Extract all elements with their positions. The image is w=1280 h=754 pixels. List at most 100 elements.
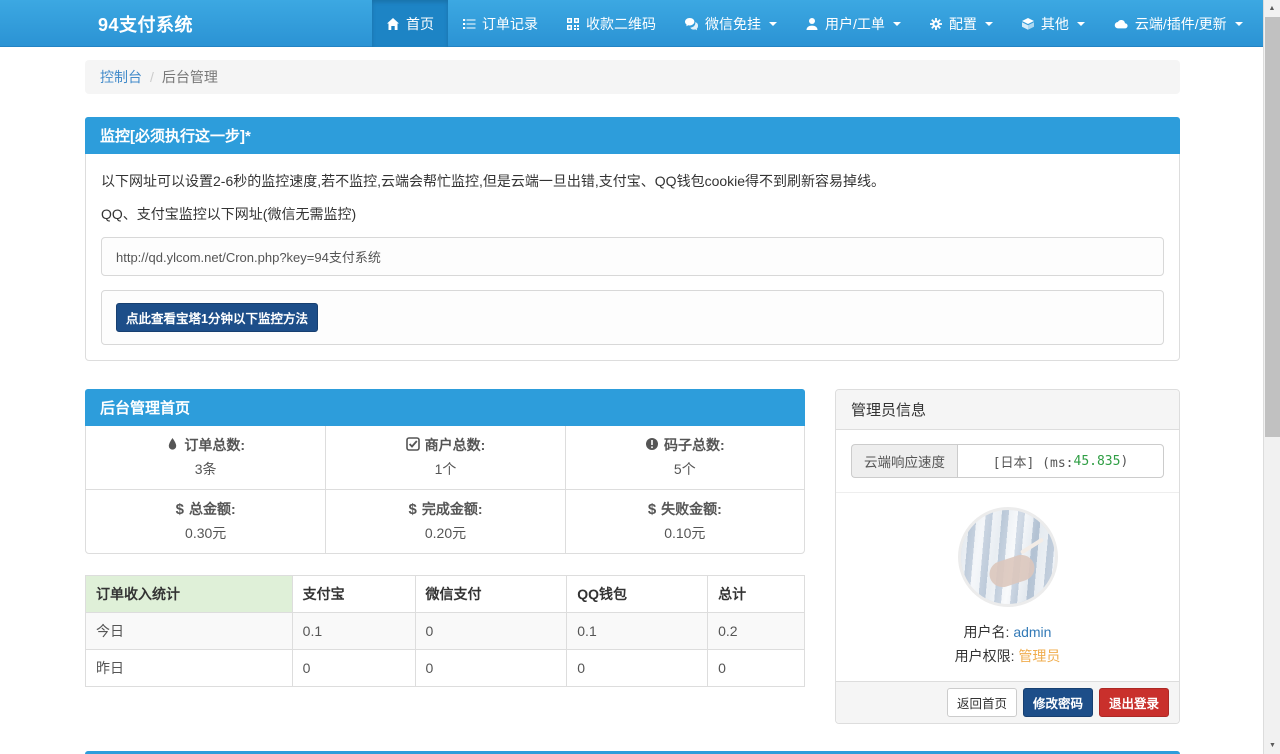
cloud-speed-value-field: [日本] (ms: 45.835 ) xyxy=(957,444,1164,478)
dollar-icon: $ xyxy=(408,501,416,518)
speed-prefix: [日本] (ms: xyxy=(993,452,1074,471)
cell-qq: 0.1 xyxy=(567,613,708,650)
income-header-title: 订单收入统计 xyxy=(86,576,293,613)
speed-suffix: ) xyxy=(1120,454,1128,469)
stat-complete-amount: $ 完成金额: 0.20元 xyxy=(325,489,564,553)
dashboard-panel: 后台管理首页 订单总数: 3条 商户总数: xyxy=(85,389,805,554)
scrollbar-down-arrow[interactable]: ▼ xyxy=(1264,737,1280,754)
droplet-icon xyxy=(166,437,179,454)
admin-info-panel: 管理员信息 云端响应速度 [日本] (ms: 45.835 ) xyxy=(835,389,1180,724)
stat-code-total: 码子总数: 5个 xyxy=(565,426,804,489)
nav-item-orders[interactable]: 订单记录 xyxy=(448,0,552,47)
stat-value: 0.20元 xyxy=(331,523,559,543)
stat-label: 总金额: xyxy=(189,499,236,519)
stat-value: 0.30元 xyxy=(91,523,320,543)
nav-label: 配置 xyxy=(949,14,977,34)
admin-panel-title: 管理员信息 xyxy=(836,390,1179,430)
dashboard-panel-title: 后台管理首页 xyxy=(85,389,805,426)
income-header-total: 总计 xyxy=(708,576,805,613)
nav-label: 微信免挂 xyxy=(705,14,761,34)
admin-panel-footer: 返回首页 修改密码 退出登录 xyxy=(836,681,1179,723)
stat-label: 失败金额: xyxy=(661,499,722,519)
nav-item-qrcode[interactable]: 收款二维码 xyxy=(552,0,670,47)
stat-label: 完成金额: xyxy=(422,499,483,519)
stat-failed-amount: $ 失败金额: 0.10元 xyxy=(565,489,804,553)
speed-ms-value: 45.835 xyxy=(1074,454,1121,469)
role-line: 用户权限: 管理员 xyxy=(851,646,1164,681)
monitor-panel: 监控[必须执行这一步]* 以下网址可以设置2-6秒的监控速度,若不监控,云端会帮… xyxy=(85,117,1180,361)
check-square-icon xyxy=(406,437,420,454)
scrollbar-thumb[interactable] xyxy=(1265,17,1280,437)
qrcode-icon xyxy=(566,17,580,31)
nav-item-home[interactable]: 首页 xyxy=(372,0,448,47)
stat-order-total: 订单总数: 3条 xyxy=(86,426,325,489)
cell-alipay: 0 xyxy=(292,650,415,687)
row-label: 昨日 xyxy=(86,650,293,687)
cell-qq: 0 xyxy=(567,650,708,687)
back-home-button[interactable]: 返回首页 xyxy=(947,688,1017,717)
username-link[interactable]: admin xyxy=(1013,624,1051,640)
role-label: 用户权限: xyxy=(955,648,1015,664)
income-table: 订单收入统计 支付宝 微信支付 QQ钱包 总计 今日 0.1 0 0.1 xyxy=(85,575,805,687)
income-header-wechat: 微信支付 xyxy=(415,576,567,613)
stat-label: 码子总数: xyxy=(664,435,725,455)
table-row-yesterday: 昨日 0 0 0 0 xyxy=(86,650,805,687)
breadcrumb-home-link[interactable]: 控制台 xyxy=(100,67,142,87)
cloud-speed-group: 云端响应速度 [日本] (ms: 45.835 ) xyxy=(851,444,1164,478)
row-label: 今日 xyxy=(86,613,293,650)
stat-merchant-total: 商户总数: 1个 xyxy=(325,426,564,489)
income-header-alipay: 支付宝 xyxy=(292,576,415,613)
stat-label: 订单总数: xyxy=(184,435,245,455)
cell-wechat: 0 xyxy=(415,613,567,650)
nav-item-other[interactable]: 其他 xyxy=(1007,0,1099,47)
dollar-icon: $ xyxy=(648,501,656,518)
wechat-comments-icon xyxy=(684,17,699,31)
income-header-qq: QQ钱包 xyxy=(567,576,708,613)
username-line: 用户名: admin xyxy=(851,622,1164,642)
chevron-down-icon xyxy=(1235,22,1243,26)
vertical-scrollbar[interactable]: ▲ ▼ xyxy=(1263,0,1280,754)
monitor-description-line2: QQ、支付宝监控以下网址(微信无需监控) xyxy=(101,204,1164,224)
monitor-panel-title: 监控[必须执行这一步]* xyxy=(85,117,1180,154)
baota-help-button[interactable]: 点此查看宝塔1分钟以下监控方法 xyxy=(116,303,318,332)
stat-value: 3条 xyxy=(91,459,320,479)
nav-item-cloud[interactable]: 云端/插件/更新 xyxy=(1099,0,1257,47)
baota-help-well: 点此查看宝塔1分钟以下监控方法 xyxy=(101,290,1164,345)
dollar-icon: $ xyxy=(176,501,184,518)
stat-total-amount: $ 总金额: 0.30元 xyxy=(86,489,325,553)
nav-item-users[interactable]: 用户/工单 xyxy=(791,0,915,47)
cell-wechat: 0 xyxy=(415,650,567,687)
nav-item-config[interactable]: 配置 xyxy=(915,0,1007,47)
gear-icon xyxy=(929,17,943,31)
app-brand[interactable]: 94支付系统 xyxy=(85,11,193,37)
scrollbar-up-arrow[interactable]: ▲ xyxy=(1264,0,1280,17)
main-nav: 首页 订单记录 收款二维码 xyxy=(372,0,1257,47)
chevron-down-icon xyxy=(769,22,777,26)
logout-button[interactable]: 退出登录 xyxy=(1099,688,1169,717)
avatar xyxy=(958,507,1058,607)
cell-alipay: 0.1 xyxy=(292,613,415,650)
chevron-down-icon xyxy=(1077,22,1085,26)
user-icon xyxy=(805,17,819,31)
role-value[interactable]: 管理员 xyxy=(1018,648,1060,664)
chevron-down-icon xyxy=(985,22,993,26)
stats-grid: 订单总数: 3条 商户总数: 1个 xyxy=(86,426,804,553)
change-password-button[interactable]: 修改密码 xyxy=(1023,688,1093,717)
home-icon xyxy=(386,17,400,31)
nav-item-wechat[interactable]: 微信免挂 xyxy=(670,0,791,47)
breadcrumb-separator: / xyxy=(150,69,154,85)
username-label: 用户名: xyxy=(964,624,1010,640)
monitor-url-box[interactable]: http://qd.ylcom.net/Cron.php?key=94支付系统 xyxy=(101,237,1164,276)
income-table-header-row: 订单收入统计 支付宝 微信支付 QQ钱包 总计 xyxy=(86,576,805,613)
breadcrumb-current: 后台管理 xyxy=(162,67,218,87)
nav-label: 首页 xyxy=(406,14,434,34)
exclamation-circle-icon xyxy=(645,437,659,454)
cloud-icon xyxy=(1113,17,1129,31)
stat-value: 1个 xyxy=(331,459,559,479)
monitor-description-line1: 以下网址可以设置2-6秒的监控速度,若不监控,云端会帮忙监控,但是云端一旦出错,… xyxy=(101,171,1164,191)
nav-label: 云端/插件/更新 xyxy=(1135,14,1227,34)
list-icon xyxy=(462,17,476,31)
chevron-down-icon xyxy=(893,22,901,26)
stat-value: 5个 xyxy=(571,459,799,479)
stat-value: 0.10元 xyxy=(571,523,799,543)
